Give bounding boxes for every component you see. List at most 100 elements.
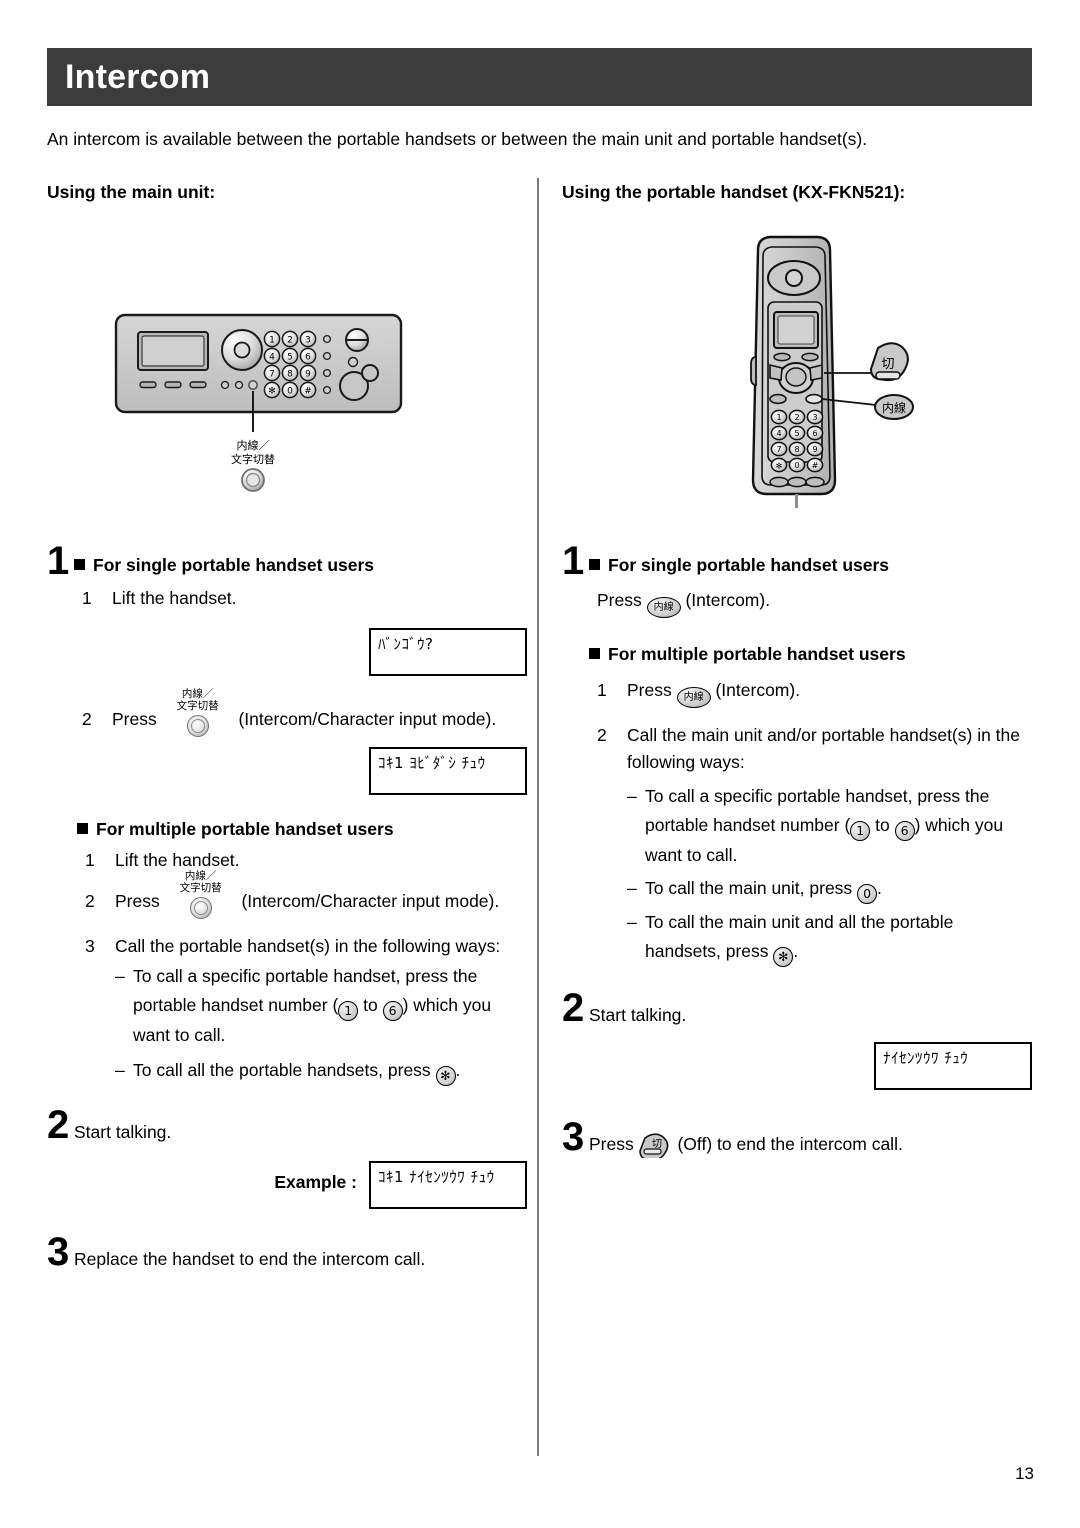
svg-text:5: 5 (794, 429, 799, 438)
lcd-display-koki1-yobidashi: ｺｷ1 ﾖﾋﾞﾀﾞｼ ﾁｭｳ (369, 747, 527, 795)
square-bullet-icon (589, 648, 600, 659)
svg-text:9: 9 (305, 369, 311, 379)
naisen-moji-kirikae-button[interactable]: 内線／ 文字切替 (165, 870, 237, 921)
page-number: 13 (1015, 1464, 1034, 1483)
off-key-icon[interactable]: 切 (638, 1132, 673, 1161)
right-step1-press-line: Press 内線 (Intercom). (589, 587, 1032, 618)
column-divider (537, 178, 539, 1456)
right-multi-dash-2: – To call the main unit, press 0. (589, 874, 1032, 904)
left-multi-item-2: 2 Press 内線／ 文字切替 (Intercom/Character inp… (77, 870, 527, 921)
dash-marker: – (627, 912, 637, 932)
left-step1-subhead: For single portable handset users (74, 552, 527, 578)
svg-text:切: 切 (652, 1138, 662, 1150)
svg-text:7: 7 (776, 445, 781, 454)
right-step-2: 2 Start talking. (562, 986, 687, 1030)
dash-marker: – (115, 966, 125, 986)
right-step1-subhead: For single portable handset users (589, 552, 1032, 578)
key-6-icon[interactable]: 6 (382, 1001, 403, 1021)
svg-text:1: 1 (269, 335, 275, 345)
right-multi-dash-1: – To call a specific portable handset, p… (589, 782, 1032, 870)
left-example-row: Example : ｺｷ1 ﾅｲｾﾝﾂｳﾜ ﾁｭｳ (47, 1161, 527, 1209)
svg-text:2: 2 (794, 413, 799, 422)
square-bullet-icon (74, 559, 85, 570)
svg-text:0: 0 (794, 461, 799, 470)
naisen-key-icon[interactable]: 内線 (646, 597, 681, 618)
key-1-icon[interactable]: 1 (850, 821, 871, 841)
left-steps: 1 For single portable handset users 1 Li… (47, 539, 527, 1274)
svg-text:8: 8 (287, 369, 293, 379)
step-number: 1 (47, 539, 70, 583)
step-number: 1 (562, 539, 585, 583)
right-multi-block: For multiple portable handset users 1 Pr… (562, 644, 1032, 967)
svg-text:3: 3 (812, 413, 817, 422)
step-number: 2 (47, 1103, 70, 1147)
svg-text:5: 5 (287, 352, 293, 362)
svg-text:✻: ✻ (268, 387, 276, 397)
left-step-1: 1 For single portable handset users 1 Li… (47, 539, 527, 612)
left-multi-item-1: 1 Lift the handset. (85, 850, 240, 870)
svg-text:7: 7 (269, 369, 275, 379)
right-column-heading: Using the portable handset (KX-FKN521): (562, 182, 906, 202)
left-multi-dash-2: – To call all the portable handsets, pre… (77, 1056, 527, 1086)
svg-text:#: # (304, 386, 312, 396)
left-multi-item-3: 3 Call the portable handset(s) in the fo… (85, 936, 501, 956)
left-step1-item-1: 1 Lift the handset. (82, 588, 237, 608)
svg-text:3: 3 (305, 335, 311, 345)
round-button-icon (189, 897, 212, 919)
right-multi-subhead: For multiple portable handset users (589, 644, 1032, 665)
key-asterisk-icon[interactable]: ✻ (435, 1066, 456, 1086)
left-column-heading: Using the main unit: (47, 182, 216, 202)
handset-callout-off-label: 切 (881, 357, 894, 372)
svg-text:6: 6 (305, 352, 311, 362)
handset-callout-intercom-label: 内線 (882, 400, 906, 415)
naisen-moji-kirikae-button[interactable]: 内線／ 文字切替 (162, 688, 234, 739)
example-label: Example : (274, 1172, 357, 1192)
left-column: Using the main unit: (47, 182, 517, 209)
lcd-display-bangou: ﾊﾞﾝｺﾞｳ? (369, 628, 527, 676)
lcd-display-naisen-tsuwa: ﾅｲｾﾝﾂｳﾜ ﾁｭｳ (874, 1042, 1032, 1090)
step-number: 2 (562, 986, 585, 1030)
svg-text:#: # (812, 461, 819, 470)
left-multi-dash-1: – To call a specific portable handset, p… (77, 962, 527, 1050)
lcd-display-example: ｺｷ1 ﾅｲｾﾝﾂｳﾜ ﾁｭｳ (369, 1161, 527, 1209)
key-asterisk-icon[interactable]: ✻ (773, 947, 794, 967)
section-header-bar: Intercom (47, 48, 1032, 106)
left-step1-item-2: 2 Press 内線／ 文字切替 (Intercom/Character inp… (47, 688, 527, 739)
svg-text:2: 2 (287, 335, 293, 345)
round-button-icon (186, 715, 209, 737)
svg-text:✻: ✻ (776, 461, 783, 470)
left-lcd-1-wrap: ﾊﾞﾝｺﾞｳ? (47, 628, 527, 676)
dash-marker: – (627, 878, 637, 898)
left-multi-subhead: For multiple portable handset users (77, 819, 527, 840)
left-multi-block: For multiple portable handset users 1 Li… (47, 819, 527, 1086)
key-6-icon[interactable]: 6 (894, 821, 915, 841)
svg-text:0: 0 (287, 386, 293, 396)
dash-marker: – (627, 786, 637, 806)
left-step-2: 2 Start talking. (47, 1103, 172, 1147)
right-multi-item-2: 2 Call the main unit and/or portable han… (597, 725, 1021, 772)
right-step-1: 1 For single portable handset users Pres… (562, 539, 1032, 618)
main-unit-illustration: 1 2 3 4 5 6 7 8 9 ✻ 0 # 内線／ 文字切替 (113, 312, 463, 502)
right-step-3: 3 Press 切 (Off) to end the intercom call… (562, 1115, 903, 1161)
right-column: Using the portable handset (KX-FKN521): (562, 182, 1032, 209)
intro-paragraph: An intercom is available between the por… (47, 129, 868, 149)
left-step-3: 3 Replace the handset to end the interco… (47, 1230, 426, 1274)
right-steps: 1 For single portable handset users Pres… (562, 539, 1032, 1161)
right-multi-dash-3: – To call the main unit and all the port… (589, 908, 1032, 967)
naisen-key-icon[interactable]: 内線 (676, 687, 711, 708)
main-unit-callout-line2: 文字切替 (231, 452, 275, 466)
right-lcd-wrap: ﾅｲｾﾝﾂｳﾜ ﾁｭｳ (562, 1042, 1032, 1090)
step-number: 3 (47, 1230, 70, 1274)
svg-text:9: 9 (812, 445, 817, 454)
key-0-icon[interactable]: 0 (857, 884, 878, 904)
document-page: Intercom An intercom is available betwee… (0, 0, 1080, 1528)
svg-text:6: 6 (812, 429, 817, 438)
dash-marker: – (115, 1060, 125, 1080)
svg-text:4: 4 (776, 429, 781, 438)
square-bullet-icon (589, 559, 600, 570)
step-number: 3 (562, 1115, 585, 1159)
main-unit-callout-line1: 内線／ (237, 438, 270, 452)
square-bullet-icon (77, 823, 88, 834)
left-lcd-2-wrap: ｺｷ1 ﾖﾋﾞﾀﾞｼ ﾁｭｳ (47, 747, 527, 795)
key-1-icon[interactable]: 1 (338, 1001, 359, 1021)
